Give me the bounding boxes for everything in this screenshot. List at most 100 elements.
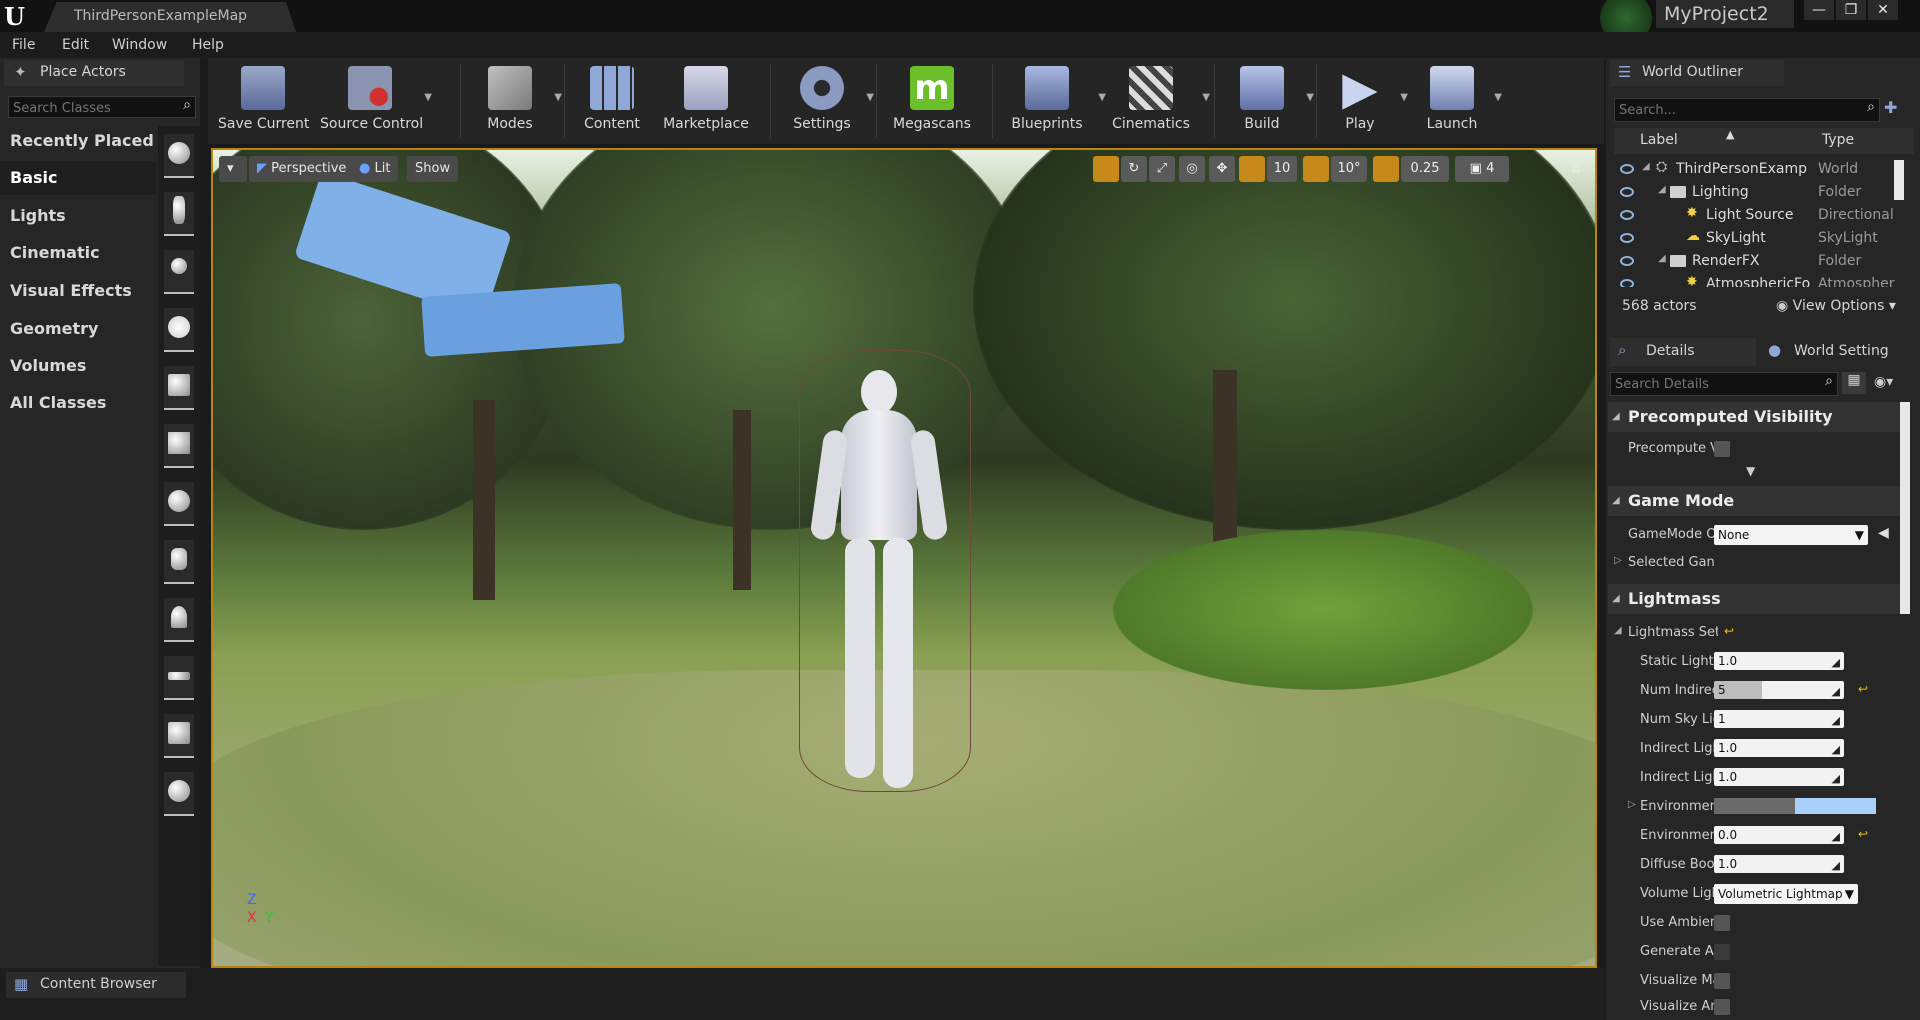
reset-to-default-icon[interactable]: ↩	[1858, 827, 1868, 841]
visibility-eye-icon[interactable]	[1620, 256, 1634, 266]
chevron-down-icon[interactable]: ▼	[1202, 92, 1210, 103]
cylinder-thumb[interactable]	[164, 540, 194, 584]
view-options-button[interactable]: ◉ View Options ▾	[1776, 298, 1896, 314]
cube-thumb[interactable]	[164, 424, 194, 468]
grid-snap-icon[interactable]	[1239, 156, 1265, 182]
rotate-tool-icon[interactable]: ↻	[1121, 156, 1147, 182]
expand-icon[interactable]: ◢	[1642, 161, 1650, 172]
expand-icon[interactable]: ◢	[1614, 625, 1622, 636]
blueprints-button[interactable]: Blueprints ▼	[1000, 58, 1106, 144]
category-all-classes[interactable]: All Classes	[0, 386, 156, 420]
section-precomputed-visibility[interactable]: Precomputed Visibility	[1608, 402, 1908, 432]
property-lightmass-settings[interactable]: ◢ Lightmass Set ↩	[1608, 620, 1908, 646]
scale-snap-value[interactable]: 0.25	[1401, 156, 1449, 182]
content-browser-tab[interactable]: ▦ Content Browser	[6, 972, 186, 998]
point-light-thumb[interactable]	[164, 308, 194, 352]
visibility-eye-icon[interactable]	[1620, 187, 1634, 197]
camera-speed-button[interactable]: ▣ 4	[1455, 156, 1509, 182]
menu-edit[interactable]: Edit	[62, 37, 89, 53]
outliner-row[interactable]: ◢ RenderFX Folder	[1614, 250, 1914, 273]
plane-thumb[interactable]	[164, 656, 194, 700]
visibility-eye-icon[interactable]	[1620, 164, 1634, 174]
environment-color-swatch[interactable]	[1714, 798, 1876, 814]
advanced-expand-icon[interactable]: ▼	[1746, 464, 1755, 478]
details-tab[interactable]: ⌕ Details	[1610, 338, 1756, 366]
outliner-scrollbar[interactable]	[1894, 160, 1904, 200]
generate-ambient-checkbox[interactable]	[1714, 944, 1730, 960]
outliner-search-input[interactable]	[1615, 99, 1853, 122]
cone-thumb[interactable]	[164, 598, 194, 642]
scale-snap-icon[interactable]	[1373, 156, 1399, 182]
expand-icon[interactable]: ◢	[1658, 184, 1666, 195]
content-button[interactable]: Content	[572, 58, 652, 144]
visibility-eye-icon[interactable]	[1620, 210, 1634, 220]
num-indirect-input[interactable]: 5 ◢	[1714, 681, 1844, 699]
eye-filter-icon[interactable]: ◉▾	[1874, 374, 1893, 390]
map-tab[interactable]: ThirdPersonExampleMap	[44, 2, 296, 32]
details-scrollbar[interactable]	[1900, 402, 1910, 614]
world-local-icon[interactable]: ◎	[1179, 156, 1205, 182]
num-sky-input[interactable]: 1 ◢	[1714, 710, 1844, 728]
build-button[interactable]: Build ▼	[1222, 58, 1314, 144]
category-recently-placed[interactable]: Recently Placed	[0, 124, 156, 158]
outliner-row[interactable]: ☁ SkyLight SkyLight	[1614, 227, 1914, 250]
world-settings-tab[interactable]: ● World Setting	[1760, 338, 1916, 366]
label-column-header[interactable]: Label	[1640, 132, 1678, 148]
reset-to-default-icon[interactable]: ↩	[1724, 624, 1734, 638]
section-game-mode[interactable]: Game Mode	[1608, 486, 1908, 516]
gamemode-override-select[interactable]: None ▼	[1714, 525, 1868, 545]
browse-arrow-icon[interactable]: ◀	[1878, 525, 1889, 541]
reset-to-default-icon[interactable]: ↩	[1858, 682, 1868, 696]
chevron-down-icon[interactable]: ▼	[1400, 92, 1408, 103]
category-basic[interactable]: Basic	[0, 161, 156, 195]
perspective-button[interactable]: ◤ Perspective	[249, 156, 355, 182]
level-viewport[interactable]: ▾ ◤ Perspective ● Lit Show ↻ ⤢ ◎ ✥ 10 10…	[211, 148, 1597, 968]
static-lighting-input[interactable]: 1.0 ◢	[1714, 652, 1844, 670]
visualize-ambient-checkbox[interactable]	[1714, 999, 1730, 1015]
category-volumes[interactable]: Volumes	[0, 349, 156, 383]
world-outliner-tab[interactable]: ☰ World Outliner	[1610, 60, 1784, 86]
chevron-down-icon[interactable]: ▼	[1494, 92, 1502, 103]
type-column-header[interactable]: Type	[1822, 132, 1854, 148]
outliner-row[interactable]: ◢ ⛭ ThirdPersonExamp World	[1614, 158, 1914, 181]
outliner-row[interactable]: ✸ AtmosphericFo Atmospher	[1614, 273, 1914, 287]
sphere-thumb[interactable]	[164, 482, 194, 526]
character-thumb[interactable]	[164, 192, 194, 236]
search-classes-field[interactable]: ⌕	[8, 96, 196, 119]
scale-tool-icon[interactable]: ⤢	[1149, 156, 1175, 182]
rotation-snap-icon[interactable]	[1303, 156, 1329, 182]
chevron-down-icon[interactable]: ▼	[424, 92, 432, 103]
expand-icon[interactable]: ◢	[1658, 253, 1666, 264]
property-selected-gamemode[interactable]: ▷ Selected Gan	[1608, 550, 1908, 576]
details-search-input[interactable]	[1611, 373, 1813, 396]
visibility-eye-icon[interactable]	[1620, 233, 1634, 243]
volume-lighting-select[interactable]: Volumetric Lightmap ▼	[1714, 884, 1858, 904]
marketplace-button[interactable]: Marketplace	[656, 58, 756, 144]
launch-button[interactable]: Launch ▼	[1414, 58, 1502, 144]
use-ambient-checkbox[interactable]	[1714, 915, 1730, 931]
chevron-down-icon[interactable]: ▼	[866, 92, 874, 103]
category-cinematic[interactable]: Cinematic	[0, 236, 156, 270]
precompute-visibility-checkbox[interactable]	[1714, 441, 1730, 457]
menu-window[interactable]: Window	[112, 37, 167, 53]
save-current-button[interactable]: Save Current	[218, 58, 309, 144]
category-visual-effects[interactable]: Visual Effects	[0, 274, 156, 308]
box-trigger-thumb[interactable]	[164, 714, 194, 758]
menu-file[interactable]: File	[12, 37, 35, 53]
chevron-down-icon[interactable]: ▼	[1306, 92, 1314, 103]
player-start-thumb[interactable]	[164, 366, 194, 410]
chevron-down-icon[interactable]: ▼	[554, 92, 562, 103]
grid-snap-value[interactable]: 10	[1267, 156, 1297, 182]
expand-icon[interactable]: ▷	[1614, 555, 1622, 566]
outliner-row[interactable]: ✸ Light Source Directional	[1614, 204, 1914, 227]
environment-intensity-input[interactable]: 0.0 ◢	[1714, 826, 1844, 844]
indirect-smoothness-input[interactable]: 1.0 ◢	[1714, 768, 1844, 786]
play-button[interactable]: ▶ Play ▼	[1324, 58, 1408, 144]
menu-help[interactable]: Help	[192, 37, 224, 53]
outliner-search-field[interactable]: ⌕	[1614, 98, 1880, 122]
surface-snap-icon[interactable]: ✥	[1209, 156, 1235, 182]
settings-button[interactable]: Settings ▼	[782, 58, 874, 144]
cinematics-button[interactable]: Cinematics ▼	[1104, 58, 1210, 144]
visibility-eye-icon[interactable]	[1620, 279, 1634, 287]
add-icon[interactable]: ✚	[1884, 98, 1897, 117]
